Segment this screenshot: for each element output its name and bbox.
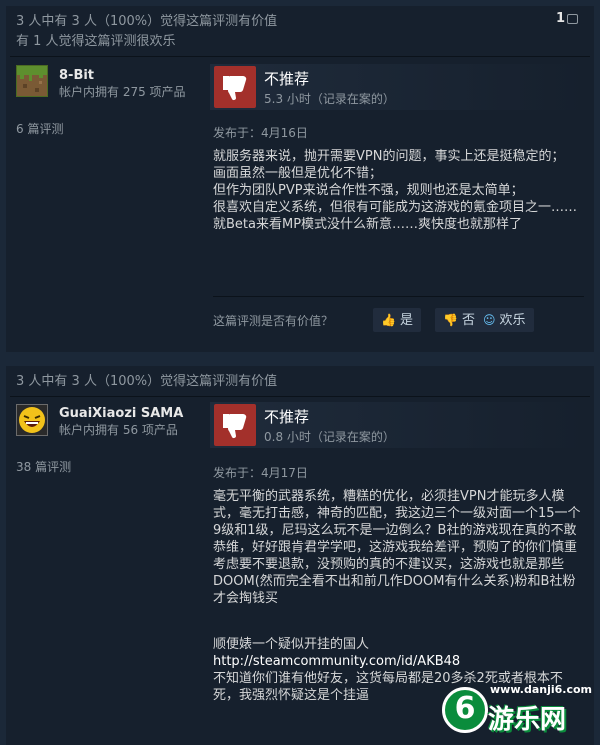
- recommendation-panel[interactable]: 不推荐 0.8 小时（记录在案的）: [210, 402, 586, 448]
- comment-count: 1: [555, 11, 565, 26]
- helpful-summary: 3 人中有 3 人（100%）觉得这篇评测有价值: [16, 372, 584, 392]
- thumb-down-box: [214, 404, 256, 446]
- hours-played: 0.8 小时（记录在案的）: [264, 430, 395, 444]
- divider: [10, 396, 590, 397]
- review-count[interactable]: 38 篇评测: [16, 458, 71, 475]
- recommendation-panel[interactable]: 不推荐 5.3 小时（记录在案的）: [210, 64, 586, 110]
- vote-yes-button[interactable]: 👍 是: [373, 308, 421, 332]
- watermark-url: www.danji6.com: [490, 683, 593, 696]
- review-content: 毫无平衡的武器系统，糟糕的优化，必须挂VPN才能玩多人模式，毫无打击感，神奇的匹…: [213, 489, 581, 606]
- divider: [10, 56, 590, 57]
- vote-funny-label: 欢乐: [499, 313, 526, 328]
- vote-controls: 这篇评测是否有价值？ 👍 是 👎 否 ☺ 欢乐: [213, 308, 584, 334]
- vote-funny-button[interactable]: ☺ 欢乐: [475, 308, 534, 332]
- helpful-line: 3 人中有 3 人（100%）觉得这篇评测有价值: [16, 374, 278, 389]
- vote-no-label: 否: [461, 313, 475, 328]
- review-count[interactable]: 6 篇评测: [16, 120, 63, 137]
- vote-question: 这篇评测是否有价值？: [213, 314, 334, 328]
- author-name[interactable]: GuaiXiaozi SAMA: [59, 406, 183, 421]
- thumb-down-box: [214, 66, 256, 108]
- profile-link[interactable]: http://steamcommunity.com/id/AKB48: [213, 653, 588, 670]
- review-content-continued: 顺便婊一个疑似开挂的国人: [213, 637, 370, 652]
- watermark-logo: 6: [442, 687, 488, 733]
- grass-block-icon: [17, 66, 47, 96]
- recommendation-title: 不推荐: [264, 408, 310, 426]
- avatar[interactable]: [16, 65, 48, 97]
- thumb-up-icon: 👍: [381, 313, 396, 327]
- posted-date: 发布于：4月17日: [213, 466, 308, 480]
- divider: [213, 296, 584, 297]
- thumb-down-icon: [223, 414, 247, 439]
- thumb-down-icon: [223, 76, 247, 101]
- comment-icon: [567, 13, 578, 24]
- hours-played: 5.3 小时（记录在案的）: [264, 92, 395, 106]
- laughing-face-icon: [17, 405, 47, 435]
- review-card: 3 人中有 3 人（100%）觉得这篇评测有价值 有 1 人觉得这篇评测很欢乐 …: [6, 6, 594, 352]
- funny-line: 有 1 人觉得这篇评测很欢乐: [16, 34, 176, 49]
- smiley-icon: ☺: [483, 313, 496, 327]
- posted-date: 发布于：4月16日: [213, 126, 308, 140]
- comment-count-link[interactable]: 1: [556, 11, 578, 26]
- avatar[interactable]: [16, 404, 48, 436]
- watermark-name: 游乐网: [488, 705, 567, 735]
- thumb-down-icon: 👎: [443, 313, 458, 327]
- site-watermark: 6 www.danji6.com 游乐网: [442, 679, 592, 739]
- author-name[interactable]: 8-Bit: [59, 68, 94, 83]
- review-content: 就服务器来说，抛开需要VPN的问题，事实上还是挺稳定的； 画面虽然一般但是优化不…: [213, 149, 578, 232]
- helpful-line: 3 人中有 3 人（100%）觉得这篇评测有价值: [16, 14, 278, 29]
- recommendation-title: 不推荐: [264, 70, 310, 88]
- vote-yes-label: 是: [399, 313, 413, 328]
- products-owned[interactable]: 帐户内拥有 56 项产品: [59, 422, 199, 438]
- helpful-summary: 3 人中有 3 人（100%）觉得这篇评测有价值 有 1 人觉得这篇评测很欢乐: [16, 12, 584, 52]
- products-owned[interactable]: 帐户内拥有 275 项产品: [59, 84, 199, 100]
